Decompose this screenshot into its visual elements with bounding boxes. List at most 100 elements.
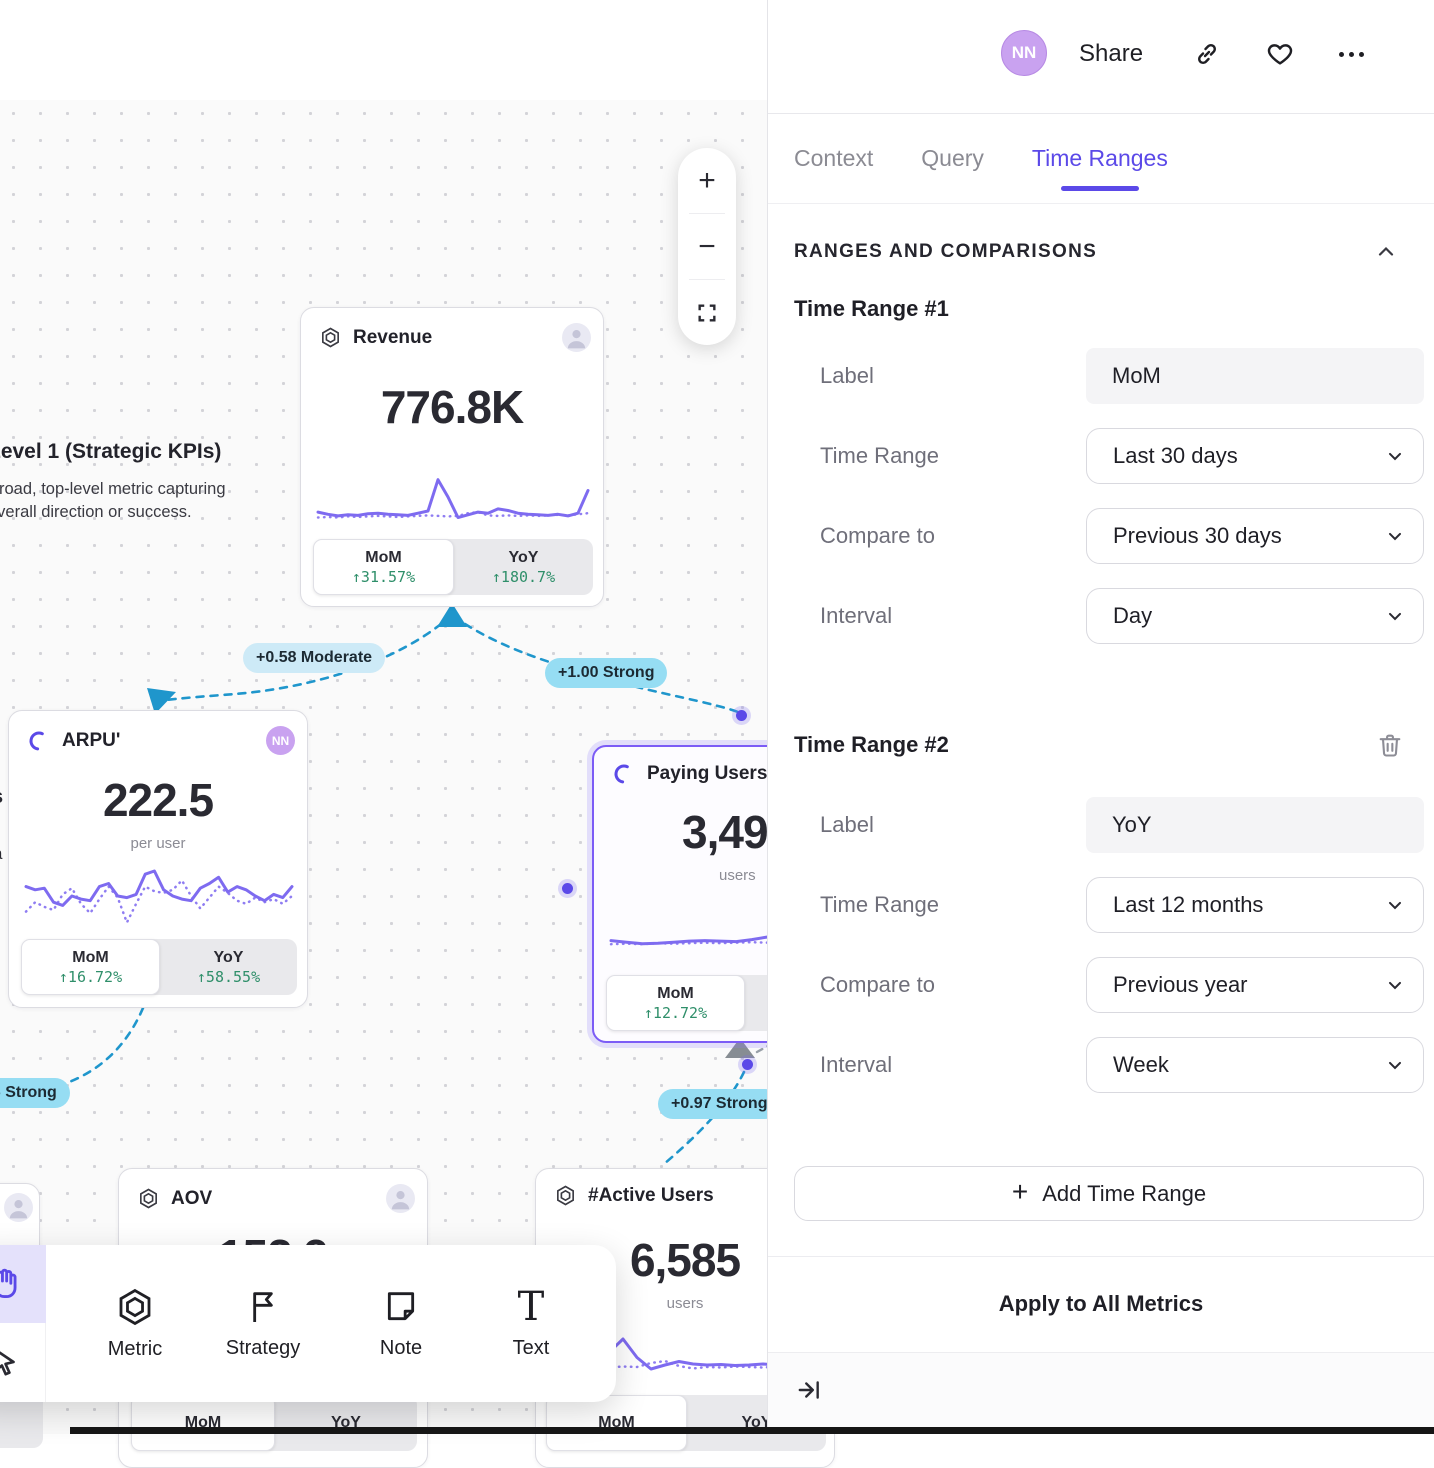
chevron-up-icon[interactable] [1374,240,1398,264]
user-avatar[interactable]: NN [1001,30,1047,76]
sparkline [315,466,591,528]
canvas-zoom-controls: + − [678,148,736,345]
heart-icon[interactable] [1266,40,1294,68]
apply-to-all-metrics-button[interactable]: Apply to All Metrics [999,1291,1204,1317]
interval-select[interactable]: Week [1086,1037,1424,1093]
chevron-down-icon [1385,606,1405,626]
mom-toggle[interactable]: MoM ↑16.72% [21,939,160,995]
interval-field-label: Interval [820,1052,892,1078]
window-bottom-edge [70,1427,1434,1434]
card-title: Revenue [353,327,551,349]
strategy-tool-button[interactable]: Strategy [208,1245,318,1402]
flag-icon [243,1287,283,1327]
metric-tree-canvas[interactable]: Level 1 (Strategic KPIs) Broad, top-leve… [0,0,768,1434]
time-range-field-label: Time Range [820,443,939,469]
share-button[interactable]: Share [1079,40,1143,68]
label-field-label: Label [820,812,874,838]
time-range-2-fields: Label YoY Time Range Last 12 months Comp… [768,797,1434,1093]
time-range-2-header: Time Range #2 [794,731,1404,759]
metric-card-arpu[interactable]: ARPU' NN 222.5 per user MoM ↑16.72% YoY … [8,710,308,1008]
time-range-1-header: Time Range #1 [794,296,1404,322]
interval-select[interactable]: Day [1086,588,1424,644]
owner-avatar-icon [4,1193,33,1222]
loading-spinner-icon [612,762,636,786]
loading-spinner-icon [27,729,51,753]
fullscreen-icon [696,302,718,324]
label-field-label: Label [820,363,874,389]
mom-toggle[interactable]: MoM [131,1395,275,1451]
canvas-toolbar: Metric Strategy Note T Text [0,1245,616,1402]
yoy-toggle[interactable]: YoY [275,1395,417,1451]
more-options-button[interactable] [1339,52,1364,57]
compare-to-field-label: Compare to [820,523,935,549]
owner-avatar-icon [386,1184,415,1213]
select-tool-button[interactable] [0,1323,46,1401]
connection-handle-dot[interactable] [562,883,573,894]
yoy-toggle[interactable]: YoY ↑58.55% [160,939,297,995]
time-range-field-label: Time Range [820,892,939,918]
correlation-badge-strong-1[interactable]: +1.00 Strong [545,658,667,688]
connection-handle-dot[interactable] [736,710,747,721]
comparison-toggle: MoM YoY [131,1395,417,1451]
panel-header: NN Share [768,0,1434,113]
correlation-badge-moderate[interactable]: +0.58 Moderate [243,643,385,673]
sparkline [23,853,295,939]
correlation-badge-strong-066[interactable]: 66 Strong [0,1078,70,1108]
time-range-select[interactable]: Last 30 days [1086,428,1424,484]
note-tool-button[interactable]: Note [346,1245,456,1402]
comparison-toggle: MoM ↑16.72% YoY ↑58.55% [21,939,297,995]
hexagon-metric-icon [137,1187,160,1210]
metric-value: 3,49 [682,805,768,859]
interval-field-label: Interval [820,603,892,629]
compare-to-field-label: Compare to [820,972,935,998]
note-icon [381,1287,421,1327]
mom-toggle[interactable]: MoM [546,1395,687,1451]
metric-unit: users [719,867,756,884]
time-range-select[interactable]: Last 12 months [1086,877,1424,933]
time-range-1-fields: Label MoM Time Range Last 30 days Compar… [768,348,1434,644]
fit-view-button[interactable] [678,280,736,345]
chevron-down-icon [1385,526,1405,546]
tab-query[interactable]: Query [921,114,984,203]
mom-toggle[interactable]: MoM ↑12.72% [606,975,745,1031]
label-input[interactable]: MoM [1086,348,1424,404]
collapse-panel-icon[interactable] [796,1377,822,1403]
comparison-toggle: MoM ↑31.57% YoY ↑180.7% [313,539,593,595]
section-ranges-comparisons: RANGES AND COMPARISONS [794,240,1398,264]
metric-value: 776.8K [301,380,603,434]
hexagon-metric-icon [554,1184,577,1207]
text-tool-button[interactable]: T Text [476,1245,586,1402]
yoy-toggle[interactable]: YoY ↑180.7% [454,539,593,595]
link-icon[interactable] [1193,40,1221,68]
add-time-range-button[interactable]: + Add Time Range [794,1166,1424,1221]
trash-icon[interactable] [1376,731,1404,759]
chevron-down-icon [1385,446,1405,466]
section-title: RANGES AND COMPARISONS [794,241,1097,263]
metric-card-revenue[interactable]: Revenue 776.8K MoM ↑31.57% YoY ↑180.7% [300,307,604,607]
correlation-badge-strong-097[interactable]: +0.97 Strong [658,1089,780,1119]
chevron-down-icon [1385,895,1405,915]
panel-bottom-bar [768,1352,1434,1427]
tab-context[interactable]: Context [794,114,873,203]
chevron-down-icon [1385,975,1405,995]
metric-value: 222.5 [9,773,307,827]
panel-tabs: Context Query Time Ranges [768,113,1434,204]
compare-to-select[interactable]: Previous 30 days [1086,508,1424,564]
text-icon: T [518,1287,545,1327]
metric-tool-button[interactable]: Metric [80,1245,190,1402]
owner-avatar-icon [562,323,591,352]
owner-avatar-nn: NN [266,726,295,755]
hexagon-metric-icon [114,1286,156,1328]
zoom-in-button[interactable]: + [678,148,736,213]
compare-to-select[interactable]: Previous year [1086,957,1424,1013]
metric-unit: per user [9,835,307,852]
zoom-out-button[interactable]: − [678,214,736,279]
chevron-down-icon [1385,1055,1405,1075]
connection-handle-dot[interactable] [742,1059,753,1070]
hand-tool-button[interactable] [0,1245,46,1323]
label-input[interactable]: YoY [1086,797,1424,853]
card-title: AOV [171,1188,375,1210]
mom-toggle[interactable]: MoM ↑31.57% [313,539,454,595]
card-title: ARPU' [62,730,255,752]
tab-time-ranges[interactable]: Time Ranges [1032,114,1168,203]
